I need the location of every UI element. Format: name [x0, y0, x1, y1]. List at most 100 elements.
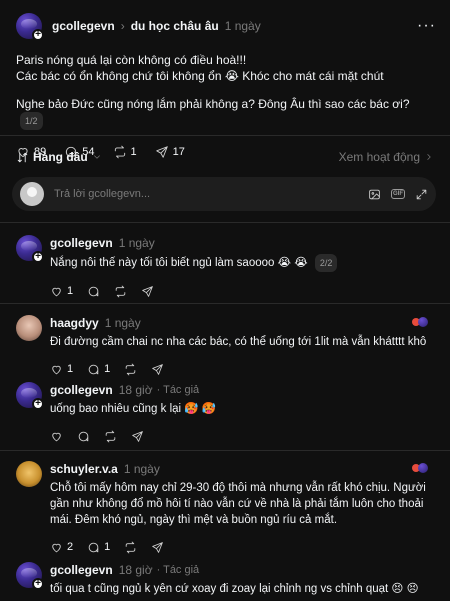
share-button[interactable] — [141, 285, 154, 298]
post-text-line: Nghe bảo Đức cũng nóng lắm phải không a?… — [16, 97, 410, 111]
page-indicator: 2/2 — [314, 254, 338, 272]
comment-button[interactable]: 1 — [87, 541, 110, 554]
chevron-right-icon: › — [120, 19, 125, 33]
comment-item: haagdyy 1 ngày Đi đường cầm chai nc nha … — [16, 315, 440, 378]
comment-time: 1 ngày — [123, 462, 160, 476]
repost-button[interactable] — [104, 430, 117, 443]
avatar[interactable] — [16, 315, 42, 341]
community-name[interactable]: du học châu âu — [131, 19, 219, 33]
comment-time: 18 giờ — [118, 563, 153, 577]
divider — [0, 450, 450, 451]
comment-username[interactable]: schuyler.v.a — [50, 462, 118, 476]
repost-button[interactable] — [124, 363, 137, 376]
comment-actions: 2 1 — [50, 538, 440, 556]
heart-icon — [52, 543, 61, 552]
main-post: + gcollegevn › du học châu âu 1 ngày ···… — [0, 0, 450, 164]
badge-icon — [412, 463, 430, 473]
follow-plus-icon[interactable]: + — [32, 29, 44, 41]
share-button[interactable] — [151, 541, 164, 554]
comment-button[interactable]: 1 — [87, 363, 110, 376]
page-indicator: 1/2 — [20, 112, 43, 130]
post-text-line: Paris nóng quá lại còn không có điều hoà… — [16, 53, 247, 67]
comment-item: + gcollegevn 18 giờ · Tác giả tối qua t … — [16, 562, 440, 597]
post-header: + gcollegevn › du học châu âu 1 ngày ··· — [16, 10, 436, 42]
share-button[interactable] — [151, 363, 164, 376]
avatar[interactable]: + — [16, 235, 44, 263]
comment-button[interactable] — [77, 430, 90, 443]
send-icon — [142, 285, 153, 297]
post-username[interactable]: gcollegevn — [52, 19, 115, 33]
avatar[interactable]: + — [16, 562, 44, 590]
avatar[interactable] — [16, 461, 42, 487]
comment-text: uống bao nhiêu cũng k lại 🥵 🥵 — [50, 403, 217, 415]
heart-icon — [52, 287, 61, 296]
repost-icon — [125, 541, 136, 553]
comment-item: + gcollegevn 18 giờ · Tác giả uống bao n… — [16, 382, 440, 445]
like-count: 1 — [67, 363, 74, 375]
more-options-icon[interactable]: ··· — [417, 17, 436, 35]
comment-time: 1 ngày — [118, 236, 155, 250]
sort-icon — [17, 152, 28, 162]
divider — [0, 222, 450, 223]
view-activity-label: Xem hoạt động — [338, 150, 420, 164]
share-button[interactable] — [131, 430, 144, 443]
comment-actions — [50, 427, 440, 445]
comment-text: Nắng nôi thế này tối tôi biết ngủ làm sa… — [50, 254, 440, 272]
heart-icon — [52, 432, 61, 441]
comment-username[interactable]: gcollegevn — [50, 383, 113, 397]
like-button[interactable] — [50, 430, 63, 443]
post-body: Paris nóng quá lại còn không có điều hoà… — [16, 52, 436, 130]
author-tag: · Tác giả — [156, 384, 200, 396]
repost-icon — [115, 285, 126, 297]
composer-tools: GIF — [368, 188, 428, 201]
badge-icon — [412, 317, 430, 327]
comment-item: + gcollegevn 1 ngày Nắng nôi thế này tối… — [16, 235, 440, 300]
post-text-line: Các bác có ổn không chứ tôi không ổn 😭 K… — [16, 69, 384, 83]
avatar — [20, 182, 44, 206]
comment-count: 1 — [104, 363, 111, 375]
comment-icon — [88, 364, 99, 374]
repost-button[interactable] — [124, 541, 137, 554]
like-button[interactable]: 1 — [50, 285, 73, 298]
repost-icon — [125, 363, 136, 375]
comment-icon — [88, 542, 99, 552]
like-count: 2 — [67, 541, 74, 553]
view-activity-link[interactable]: Xem hoạt động — [339, 150, 434, 164]
follow-plus-icon[interactable]: + — [32, 251, 44, 263]
comment-username[interactable]: haagdyy — [50, 316, 99, 330]
divider — [0, 303, 450, 304]
avatar[interactable]: + — [16, 13, 44, 41]
comment-text: Đi đường cầm chai nc nha các bác, có thể… — [50, 336, 427, 348]
comment-icon — [78, 431, 89, 441]
like-button[interactable]: 1 — [50, 363, 73, 376]
send-icon — [152, 363, 164, 375]
thread-page: + gcollegevn › du học châu âu 1 ngày ···… — [0, 0, 450, 601]
chevron-down-icon — [93, 155, 100, 159]
send-icon — [132, 430, 143, 442]
comment-actions: 1 1 — [50, 360, 440, 378]
gif-icon[interactable]: GIF — [391, 189, 405, 199]
like-count: 1 — [67, 285, 74, 297]
sort-dropdown[interactable]: Hàng đầu — [16, 150, 102, 164]
avatar[interactable]: + — [16, 382, 44, 410]
send-icon — [152, 541, 164, 553]
repost-button[interactable] — [114, 285, 127, 298]
expand-icon[interactable] — [415, 188, 428, 201]
sort-bar: Hàng đầu Xem hoạt động — [16, 147, 434, 167]
comment-icon — [88, 286, 99, 296]
comment-username[interactable]: gcollegevn — [50, 563, 113, 577]
comment-text-content: Nắng nôi thế này tối tôi biết ngủ làm sa… — [50, 257, 308, 270]
divider — [0, 135, 450, 136]
sort-label: Hàng đầu — [33, 150, 88, 164]
reply-input[interactable] — [54, 188, 368, 200]
follow-plus-icon[interactable]: + — [32, 578, 44, 590]
comment-text: Chỗ tôi mấy hôm nay chỉ 29-30 độ thôi mà… — [50, 482, 426, 526]
comment-username[interactable]: gcollegevn — [50, 236, 113, 250]
follow-plus-icon[interactable]: + — [32, 398, 44, 410]
like-button[interactable]: 2 — [50, 541, 73, 554]
image-icon[interactable] — [368, 188, 381, 201]
comment-button[interactable] — [87, 285, 100, 298]
comment-count: 1 — [104, 541, 111, 553]
chevron-right-icon — [427, 154, 431, 160]
comment-time: 1 ngày — [104, 316, 141, 330]
